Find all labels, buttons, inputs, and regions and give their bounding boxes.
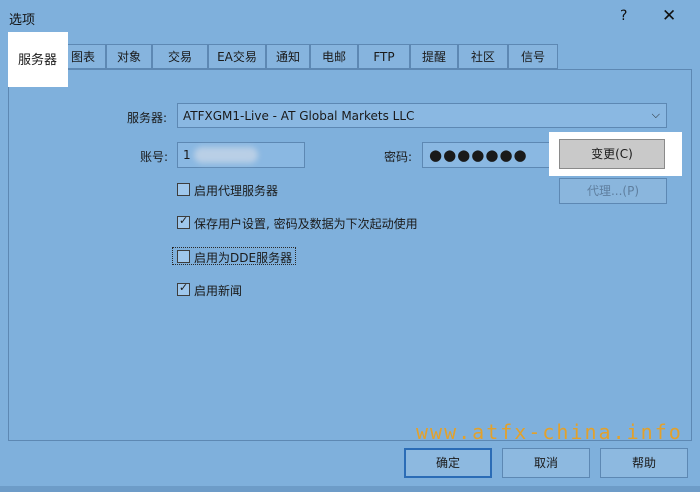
tab-server-highlight[interactable]: 服务器 bbox=[8, 32, 68, 87]
watermark: www.atfx-china.info bbox=[416, 420, 683, 444]
checkbox-box[interactable] bbox=[177, 281, 190, 296]
change-button[interactable]: 变更(C) bbox=[559, 139, 665, 169]
checkbox-box[interactable] bbox=[177, 183, 190, 196]
proxy-button[interactable]: 代理...(P) bbox=[559, 178, 667, 204]
chevron-down-icon: ⌵ bbox=[651, 108, 660, 121]
change-button-highlight: 变更(C) bbox=[549, 132, 682, 176]
tab-alerts[interactable]: 提醒 bbox=[410, 44, 458, 69]
password-field[interactable]: ●●●●●●● bbox=[422, 142, 550, 168]
tab-strip: 服务器 图表 对象 交易 EA交易 通知 电邮 FTP 提醒 社区 信号 bbox=[8, 44, 692, 70]
cancel-button[interactable]: 取消 bbox=[502, 448, 590, 478]
checkbox-box[interactable] bbox=[177, 214, 190, 229]
checkbox-box[interactable] bbox=[177, 250, 190, 263]
window-title: 选项 bbox=[9, 13, 36, 28]
password-value: ●●●●●●● bbox=[429, 146, 528, 164]
tab-trade[interactable]: 交易 bbox=[152, 44, 208, 69]
account-field[interactable]: 1 bbox=[177, 142, 305, 168]
server-select[interactable]: ATFXGM1-Live - AT Global Markets LLC ⌵ bbox=[177, 103, 667, 128]
server-label: 服务器: bbox=[127, 111, 168, 125]
ok-button[interactable]: 确定 bbox=[404, 448, 492, 478]
help-button[interactable]: 帮助 bbox=[600, 448, 688, 478]
help-icon[interactable]: ? bbox=[620, 8, 627, 24]
tab-objects[interactable]: 对象 bbox=[106, 44, 152, 69]
tab-expert-advisors[interactable]: EA交易 bbox=[208, 44, 266, 69]
account-label: 账号: bbox=[140, 150, 169, 164]
close-icon[interactable]: ✕ bbox=[662, 6, 676, 26]
redacted-blur bbox=[194, 147, 258, 163]
tab-email[interactable]: 电邮 bbox=[310, 44, 358, 69]
tab-notifications[interactable]: 通知 bbox=[266, 44, 310, 69]
tab-signals[interactable]: 信号 bbox=[508, 44, 558, 69]
tab-ftp[interactable]: FTP bbox=[358, 44, 410, 69]
tab-community[interactable]: 社区 bbox=[458, 44, 508, 69]
title-bar: 选项 ? ✕ bbox=[0, 0, 700, 34]
password-label: 密码: bbox=[384, 150, 413, 164]
background-strip bbox=[0, 486, 700, 492]
server-value: ATFXGM1-Live - AT Global Markets LLC bbox=[183, 109, 415, 123]
